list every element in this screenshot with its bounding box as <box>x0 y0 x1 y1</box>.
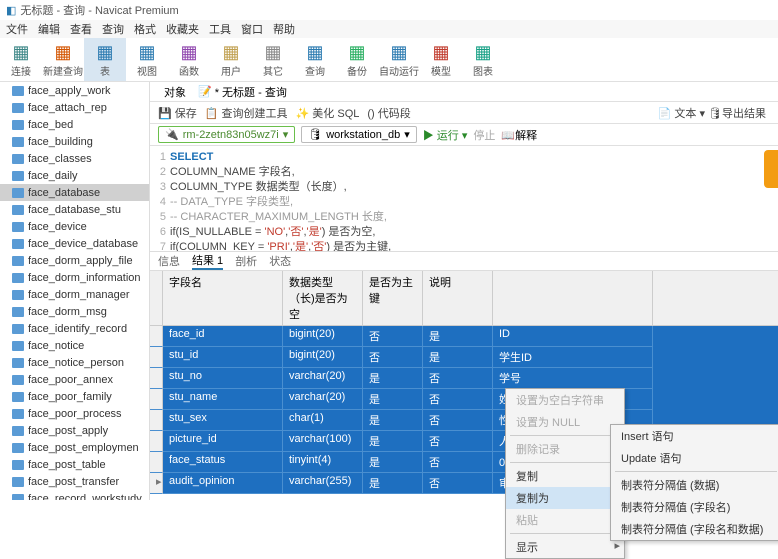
tab-objects[interactable]: 对象 <box>158 84 192 100</box>
query-toolbar: 💾 保存 📋 查询创建工具 ✨ 美化 SQL () 代码段 📄 文本 ▾ 🛢导出… <box>150 102 778 124</box>
code-segment-button[interactable]: () 代码段 <box>367 105 410 121</box>
table-face_building[interactable]: face_building <box>0 133 149 150</box>
table-face_post_employmen[interactable]: face_post_employmen <box>0 439 149 456</box>
table-face_apply_work[interactable]: face_apply_work <box>0 82 149 99</box>
table-face_notice[interactable]: face_notice <box>0 337 149 354</box>
query-builder-button[interactable]: 📋 查询创建工具 <box>205 105 288 121</box>
side-badge <box>764 150 778 188</box>
toolbar-查询[interactable]: ▦查询 <box>294 38 336 81</box>
table-face_database_stu[interactable]: face_database_stu <box>0 201 149 218</box>
toolbar-图表[interactable]: ▦图表 <box>462 38 504 81</box>
stop-button: 停止 <box>473 127 495 143</box>
toolbar-自动运行[interactable]: ▦自动运行 <box>378 38 420 81</box>
menu-item[interactable]: 制表符分隔值 (字段名) <box>611 496 778 518</box>
menu-查看[interactable]: 查看 <box>70 21 92 37</box>
table-face_post_apply[interactable]: face_post_apply <box>0 422 149 439</box>
menu-item: 粘贴 <box>506 509 624 531</box>
grid-header: 字段名 数据类型（长)是否为空 是否为主键 说明 <box>150 271 778 326</box>
table-row[interactable]: face_idbigint(20)否是ID <box>150 326 778 347</box>
table-face_poor_annex[interactable]: face_poor_annex <box>0 371 149 388</box>
menu-编辑[interactable]: 编辑 <box>38 21 60 37</box>
beautify-sql-button[interactable]: ✨ 美化 SQL <box>296 105 360 121</box>
tab-info[interactable]: 信息 <box>158 253 180 269</box>
toolbar-用户[interactable]: ▦用户 <box>210 38 252 81</box>
database-selector[interactable]: 🛢workstation_db ▾ <box>301 126 417 143</box>
tab-result1[interactable]: 结果 1 <box>192 252 223 270</box>
menu-帮助[interactable]: 帮助 <box>273 21 295 37</box>
toolbar-连接[interactable]: ▦连接 <box>0 38 42 81</box>
table-face_device_database[interactable]: face_device_database <box>0 235 149 252</box>
toolbar-模型[interactable]: ▦模型 <box>420 38 462 81</box>
menu-查询[interactable]: 查询 <box>102 21 124 37</box>
text-mode-button[interactable]: 📄 文本 ▾ 🛢导出结果 <box>658 105 766 121</box>
menu-item[interactable]: Insert 语句 <box>611 425 778 447</box>
table-face_dorm_information[interactable]: face_dorm_information <box>0 269 149 286</box>
table-face_post_transfer[interactable]: face_post_transfer <box>0 473 149 490</box>
tab-status[interactable]: 状态 <box>269 253 291 269</box>
menu-窗口[interactable]: 窗口 <box>241 21 263 37</box>
main-toolbar: ▦连接▦新建查询▦表▦视图▦函数▦用户▦其它▦查询▦备份▦自动运行▦模型▦图表 <box>0 38 778 82</box>
menu-item[interactable]: 复制 <box>506 465 624 487</box>
menu-item[interactable]: 制表符分隔值 (字段名和数据) <box>611 518 778 540</box>
context-submenu[interactable]: Insert 语句Update 语句制表符分隔值 (数据)制表符分隔值 (字段名… <box>610 424 778 541</box>
window-title: 无标题 - 查询 - Navicat Premium <box>20 2 178 18</box>
connection-bar: 🔌rm-2zetn83n05wz7i ▾ 🛢workstation_db ▾ ▶… <box>150 124 778 146</box>
tab-query[interactable]: 📝* 无标题 - 查询 <box>192 84 293 100</box>
table-face_dorm_msg[interactable]: face_dorm_msg <box>0 303 149 320</box>
menu-item[interactable]: 制表符分隔值 (数据) <box>611 474 778 496</box>
table-face_dorm_manager[interactable]: face_dorm_manager <box>0 286 149 303</box>
table-row[interactable]: stu_namevarchar(20)是否姓名 <box>150 389 778 410</box>
table-row[interactable]: stu_idbigint(20)否是学生ID <box>150 347 778 368</box>
result-tabs: 信息 结果 1 剖析 状态 <box>150 251 778 271</box>
toolbar-视图[interactable]: ▦视图 <box>126 38 168 81</box>
toolbar-备份[interactable]: ▦备份 <box>336 38 378 81</box>
table-face_dorm_apply_file[interactable]: face_dorm_apply_file <box>0 252 149 269</box>
tab-bar: 对象 📝* 无标题 - 查询 <box>150 82 778 102</box>
menu-文件[interactable]: 文件 <box>6 21 28 37</box>
table-face_classes[interactable]: face_classes <box>0 150 149 167</box>
toolbar-表[interactable]: ▦表 <box>84 38 126 81</box>
menu-item: 删除记录 <box>506 438 624 460</box>
connection-selector[interactable]: 🔌rm-2zetn83n05wz7i ▾ <box>158 126 295 143</box>
table-face_bed[interactable]: face_bed <box>0 116 149 133</box>
save-button[interactable]: 💾 保存 <box>158 105 197 121</box>
menu-工具[interactable]: 工具 <box>209 21 231 37</box>
menu-item: 设置为空白字符串 <box>506 389 624 411</box>
menu-item: 设置为 NULL <box>506 411 624 433</box>
table-face_database[interactable]: face_database <box>0 184 149 201</box>
toolbar-函数[interactable]: ▦函数 <box>168 38 210 81</box>
tab-profile[interactable]: 剖析 <box>235 253 257 269</box>
menu-格式[interactable]: 格式 <box>134 21 156 37</box>
table-face_poor_family[interactable]: face_poor_family <box>0 388 149 405</box>
table-face_device[interactable]: face_device <box>0 218 149 235</box>
table-face_post_table[interactable]: face_post_table <box>0 456 149 473</box>
table-face_record_workstudy[interactable]: face_record_workstudy <box>0 490 149 500</box>
toolbar-新建查询[interactable]: ▦新建查询 <box>42 38 84 81</box>
table-face_attach_rep[interactable]: face_attach_rep <box>0 99 149 116</box>
menu-item[interactable]: 复制为 <box>506 487 624 509</box>
table-face_daily[interactable]: face_daily <box>0 167 149 184</box>
menu-item[interactable]: Update 语句 <box>611 447 778 469</box>
app-icon: ◧ <box>6 4 16 17</box>
table-face_poor_process[interactable]: face_poor_process <box>0 405 149 422</box>
sql-editor[interactable]: 1SELECT 2 COLUMN_NAME 字段名, 3 COLUMN_TYPE… <box>150 146 778 251</box>
object-tree[interactable]: face_apply_workface_attach_repface_bedfa… <box>0 82 150 500</box>
menu-收藏夹[interactable]: 收藏夹 <box>166 21 199 37</box>
toolbar-其它[interactable]: ▦其它 <box>252 38 294 81</box>
window-titlebar: ◧ 无标题 - 查询 - Navicat Premium <box>0 0 778 20</box>
run-button[interactable]: ▶ 运行 ▾ <box>423 127 468 143</box>
menu-item[interactable]: 显示 <box>506 536 624 558</box>
explain-button[interactable]: 📖解释 <box>501 127 537 143</box>
context-menu[interactable]: 设置为空白字符串设置为 NULL 删除记录复制复制为粘贴显示 <box>505 388 625 559</box>
menubar: 文件编辑查看查询格式收藏夹工具窗口帮助 <box>0 20 778 38</box>
table-face_identify_record[interactable]: face_identify_record <box>0 320 149 337</box>
table-face_notice_person[interactable]: face_notice_person <box>0 354 149 371</box>
table-row[interactable]: stu_novarchar(20)是否学号 <box>150 368 778 389</box>
